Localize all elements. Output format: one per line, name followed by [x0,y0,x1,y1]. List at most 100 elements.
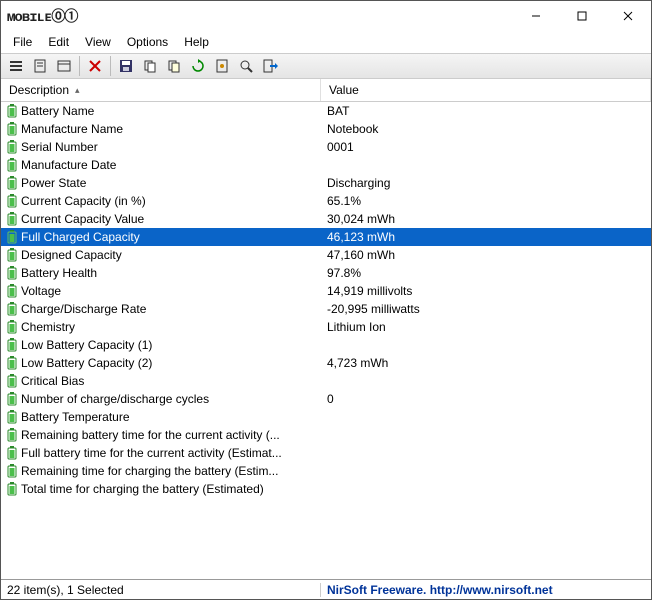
properties-icon[interactable] [53,55,75,77]
table-row[interactable]: Serial Number 0001 [1,138,651,156]
cell-description-text: Serial Number [21,140,98,154]
table-row[interactable]: Total time for charging the battery (Est… [1,480,651,498]
menu-edit[interactable]: Edit [40,33,77,51]
cell-description-text: Manufacture Name [21,122,123,136]
battery-icon [7,212,17,226]
cell-value: 97.8% [321,266,651,280]
list-area[interactable]: Battery NameBAT Manufacture Name Notebook S… [1,102,651,579]
status-right[interactable]: NirSoft Freeware. http://www.nirsoft.net [321,583,651,597]
menu-options[interactable]: Options [119,33,176,51]
list-icon[interactable] [5,55,27,77]
table-row[interactable]: Voltage14,919 millivolts [1,282,651,300]
table-row[interactable]: Battery Health97.8% [1,264,651,282]
cell-description: Full battery time for the current activi… [1,446,321,460]
battery-icon [7,374,17,388]
cell-description: Current Capacity Value [1,212,321,226]
cell-description: Designed Capacity [1,248,321,262]
table-row[interactable]: Charge/Discharge Rate-20,995 milliwatts [1,300,651,318]
battery-icon [7,338,17,352]
cell-value: BAT [321,104,651,118]
exit-icon[interactable] [259,55,281,77]
table-row[interactable]: Manufacture Name Notebook [1,120,651,138]
cell-value: -20,995 milliwatts [321,302,651,316]
table-row[interactable]: Remaining time for charging the battery … [1,462,651,480]
battery-icon [7,392,17,406]
cell-description: Number of charge/discharge cycles [1,392,321,406]
battery-icon [7,230,17,244]
cell-description: Full Charged Capacity [1,230,321,244]
menu-view[interactable]: View [77,33,119,51]
cell-description: Remaining time for charging the battery … [1,464,321,478]
table-row[interactable]: Designed Capacity47,160 mWh [1,246,651,264]
copy-icon[interactable] [139,55,161,77]
cell-description: Low Battery Capacity (2) [1,356,321,370]
table-row[interactable]: Battery Temperature [1,408,651,426]
table-row[interactable]: Low Battery Capacity (1) [1,336,651,354]
battery-icon [7,266,17,280]
titlebar: ᴍᴏʙɪʟᴇ⓪① [1,1,651,31]
minimize-button[interactable] [513,1,559,31]
cell-description-text: Full Charged Capacity [21,230,140,244]
toolbar-separator [110,56,111,76]
battery-icon [7,482,17,496]
cell-description-text: Designed Capacity [21,248,122,262]
battery-icon [7,356,17,370]
battery-icon [7,122,17,136]
battery-icon [7,140,17,154]
menu-help[interactable]: Help [176,33,217,51]
table-row[interactable]: Number of charge/discharge cycles0 [1,390,651,408]
toolbar [1,53,651,79]
toolbar-separator [79,56,80,76]
window-buttons [513,1,651,31]
table-row[interactable]: Battery NameBAT [1,102,651,120]
table-row[interactable]: Current Capacity (in %)65.1% [1,192,651,210]
table-row[interactable]: Full Charged Capacity46,123 mWh [1,228,651,246]
refresh-icon[interactable] [187,55,209,77]
battery-icon [7,302,17,316]
options-icon[interactable] [211,55,233,77]
table-row[interactable]: Chemistry Lithium Ion [1,318,651,336]
cell-description-text: Battery Temperature [21,410,130,424]
cell-value: 14,919 millivolts [321,284,651,298]
cell-description-text: Current Capacity (in %) [21,194,146,208]
header-value[interactable]: Value [321,79,651,101]
cell-description: Battery Name [1,104,321,118]
cell-value: 0001 [321,140,651,154]
cell-description-text: Manufacture Date [21,158,116,172]
report-icon[interactable] [29,55,51,77]
save-icon[interactable] [115,55,137,77]
column-headers: Description ▴ Value [1,79,651,102]
cell-value: 30,024 mWh [321,212,651,226]
cell-description: Critical Bias [1,374,321,388]
table-row[interactable]: Critical Bias [1,372,651,390]
table-row[interactable]: Manufacture Date [1,156,651,174]
header-description[interactable]: Description ▴ [1,79,321,101]
cell-value: Lithium Ion [321,320,651,334]
maximize-button[interactable] [559,1,605,31]
cell-description: Battery Temperature [1,410,321,424]
table-row[interactable]: Power StateDischarging [1,174,651,192]
cell-description: Voltage [1,284,321,298]
table-row[interactable]: Current Capacity Value 30,024 mWh [1,210,651,228]
table-row[interactable]: Low Battery Capacity (2)4,723 mWh [1,354,651,372]
cell-description: Remaining battery time for the current a… [1,428,321,442]
cell-description-text: Current Capacity Value [21,212,144,226]
status-left: 22 item(s), 1 Selected [1,583,321,597]
cell-description-text: Low Battery Capacity (1) [21,338,152,352]
find-icon[interactable] [235,55,257,77]
table-row[interactable]: Remaining battery time for the current a… [1,426,651,444]
cell-value: Notebook [321,122,651,136]
cell-description-text: Critical Bias [21,374,84,388]
menu-file[interactable]: File [5,33,40,51]
cell-value: Discharging [321,176,651,190]
delete-icon[interactable] [84,55,106,77]
battery-icon [7,320,17,334]
cell-description: Power State [1,176,321,190]
copy2-icon[interactable] [163,55,185,77]
header-value-label: Value [329,83,359,97]
close-button[interactable] [605,1,651,31]
table-row[interactable]: Full battery time for the current activi… [1,444,651,462]
cell-description-text: Chemistry [21,320,75,334]
cell-value: 0 [321,392,651,406]
cell-description-text: Full battery time for the current activi… [21,446,282,460]
